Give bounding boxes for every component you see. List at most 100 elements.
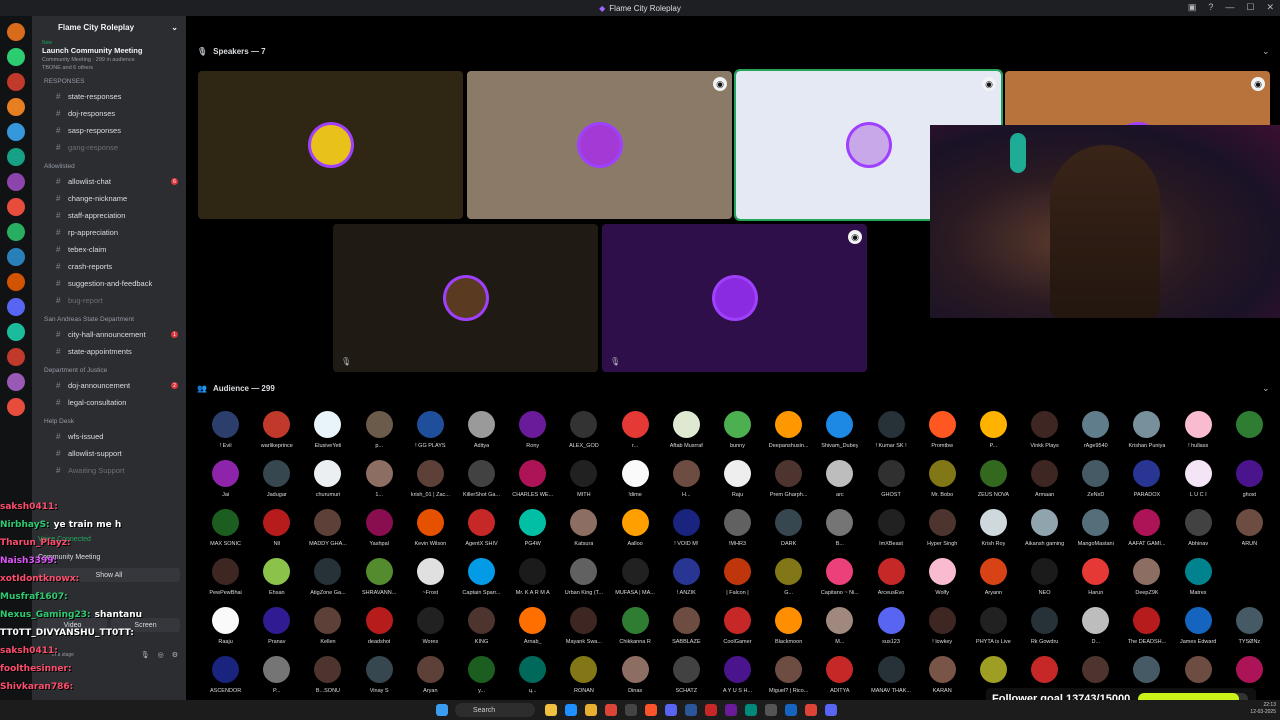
audience-member[interactable]: ! Evil (200, 408, 251, 457)
channel-item[interactable]: # doj-responses (32, 105, 186, 122)
audience-member[interactable]: L U C I (1173, 457, 1224, 506)
channel-category[interactable]: Help Desk (44, 418, 186, 425)
audience-member[interactable]: SABBLAZE (661, 604, 712, 653)
audience-member[interactable]: Raaju (200, 604, 251, 653)
server-icon[interactable] (7, 248, 25, 266)
audience-member[interactable]: ZeNxD (1070, 457, 1121, 506)
edge-icon[interactable] (565, 704, 577, 716)
channel-item[interactable]: # crash-reports (32, 258, 186, 275)
audience-member[interactable]: Promtbw (917, 408, 968, 457)
audience-member[interactable]: p... (354, 408, 405, 457)
channel-item[interactable]: # suggestion-and-feedback (32, 275, 186, 292)
server-icon[interactable] (7, 98, 25, 116)
audience-member[interactable]: AAFAT GAMI... (1121, 506, 1172, 555)
audience-member[interactable]: AtigZone Ga... (302, 555, 353, 604)
minimize-button[interactable]: — (1225, 2, 1234, 13)
server-icon[interactable] (7, 223, 25, 241)
audience-member[interactable]: Katsura (558, 506, 609, 555)
obs-icon[interactable] (625, 704, 637, 716)
audience-member[interactable]: Rony (507, 408, 558, 457)
channel-item[interactable]: # city-hall-announcement 1 (32, 326, 186, 343)
audience-member[interactable]: B...SONU (302, 653, 353, 702)
audience-member[interactable]: MADDY GHA... (302, 506, 353, 555)
audience-member[interactable]: SCHATZ (661, 653, 712, 702)
help-icon[interactable]: ? (1208, 2, 1213, 13)
audience-member[interactable]: A Y U S H... (712, 653, 763, 702)
audience-member[interactable]: Blackmoon (763, 604, 814, 653)
folder-icon[interactable] (585, 704, 597, 716)
audience-member[interactable]: rAge9540 (1070, 408, 1121, 457)
server-icon[interactable] (7, 298, 25, 316)
audience-member[interactable]: churumuri (302, 457, 353, 506)
audience-member[interactable]: Hyper Singh (917, 506, 968, 555)
app-icon[interactable] (745, 704, 757, 716)
speaker-tile[interactable]: ◉ 🎙 (602, 224, 867, 372)
audience-member[interactable]: SHRAVANN... (354, 555, 405, 604)
audience-member[interactable]: Rk Gowdru (1019, 604, 1070, 653)
audience-member[interactable]: PG4W (507, 506, 558, 555)
audience-member[interactable]: KillerShot Ga... (456, 457, 507, 506)
server-icon[interactable] (7, 23, 25, 41)
collapse-chevron-icon[interactable]: ⌄ (1262, 46, 1270, 57)
audience-member[interactable]: Pranav (251, 604, 302, 653)
audience-member[interactable]: MITH (558, 457, 609, 506)
audience-member[interactable]: Abhinav (1173, 506, 1224, 555)
app-icon[interactable] (785, 704, 797, 716)
audience-member[interactable]: B... (814, 506, 865, 555)
audience-member[interactable]: sus123 (865, 604, 916, 653)
audience-member[interactable]: Ehsan (251, 555, 302, 604)
server-icon[interactable] (7, 323, 25, 341)
audience-member[interactable]: MangoMastani (1070, 506, 1121, 555)
audience-member[interactable]: Matrex (1173, 555, 1224, 604)
close-button[interactable]: ✕ (1266, 2, 1274, 13)
channel-item[interactable]: # legal-consultation (32, 394, 186, 411)
audience-member[interactable]: Krishan Puniya (1121, 408, 1172, 457)
server-icon[interactable] (7, 148, 25, 166)
audience-member[interactable]: CHARLES WE... (507, 457, 558, 506)
audience-member[interactable]: GHOST (865, 457, 916, 506)
collapse-chevron-icon[interactable]: ⌄ (1262, 383, 1270, 394)
audience-member[interactable]: krish_01 | Zac... (405, 457, 456, 506)
audience-member[interactable]: warlikeprince (251, 408, 302, 457)
audience-member[interactable]: ц... (507, 653, 558, 702)
channel-item[interactable]: # bug-report (32, 292, 186, 309)
audience-member[interactable]: Mayank Swa... (558, 604, 609, 653)
audience-member[interactable]: M... (814, 604, 865, 653)
audience-member[interactable]: arc (814, 457, 865, 506)
channel-item[interactable]: # staff-appreciation (32, 207, 186, 224)
server-icon[interactable] (7, 398, 25, 416)
audience-member[interactable]: PARADOX (1121, 457, 1172, 506)
audience-member[interactable]: Raju (712, 457, 763, 506)
audience-member[interactable]: Captain Sparr... (456, 555, 507, 604)
audience-member[interactable]: ! GG PLAYS (405, 408, 456, 457)
app-icon[interactable] (705, 704, 717, 716)
audience-member[interactable]: Armaan (1019, 457, 1070, 506)
audience-member[interactable]: Capitano ~ Ni... (814, 555, 865, 604)
server-header[interactable]: Flame City Roleplay ⌄ (32, 16, 186, 38)
audience-member[interactable]: | Falcon | (712, 555, 763, 604)
server-icon[interactable] (7, 273, 25, 291)
channel-item[interactable]: # gang-response (32, 139, 186, 156)
audience-member[interactable]: Wores (405, 604, 456, 653)
channel-category[interactable]: Department of Justice (44, 367, 186, 374)
audience-member[interactable]: Kevin Wilson (405, 506, 456, 555)
server-icon[interactable] (7, 373, 25, 391)
brave-icon[interactable] (645, 704, 657, 716)
audience-member[interactable]: Jadugar (251, 457, 302, 506)
audience-member[interactable]: Aryann (968, 555, 1019, 604)
audience-member[interactable]: Arnab_ (507, 604, 558, 653)
speaker-tile[interactable]: 🎙 (333, 224, 598, 372)
audience-member[interactable]: ARUN (1224, 506, 1275, 555)
audience-member[interactable]: The DEADSH... (1121, 604, 1172, 653)
taskbar-search[interactable]: Search (455, 703, 535, 717)
channel-item[interactable]: # sasp-responses (32, 122, 186, 139)
channel-item[interactable]: # wfs-issued (32, 428, 186, 445)
audience-member[interactable]: Dinas (610, 653, 661, 702)
server-icon[interactable] (7, 123, 25, 141)
audience-member[interactable]: CoolGamer (712, 604, 763, 653)
audience-member[interactable]: ZEUS NOVA (968, 457, 1019, 506)
audience-member[interactable]: Nll (251, 506, 302, 555)
server-icon[interactable] (7, 173, 25, 191)
audience-member[interactable]: ASCENDOR (200, 653, 251, 702)
server-icon[interactable] (7, 73, 25, 91)
